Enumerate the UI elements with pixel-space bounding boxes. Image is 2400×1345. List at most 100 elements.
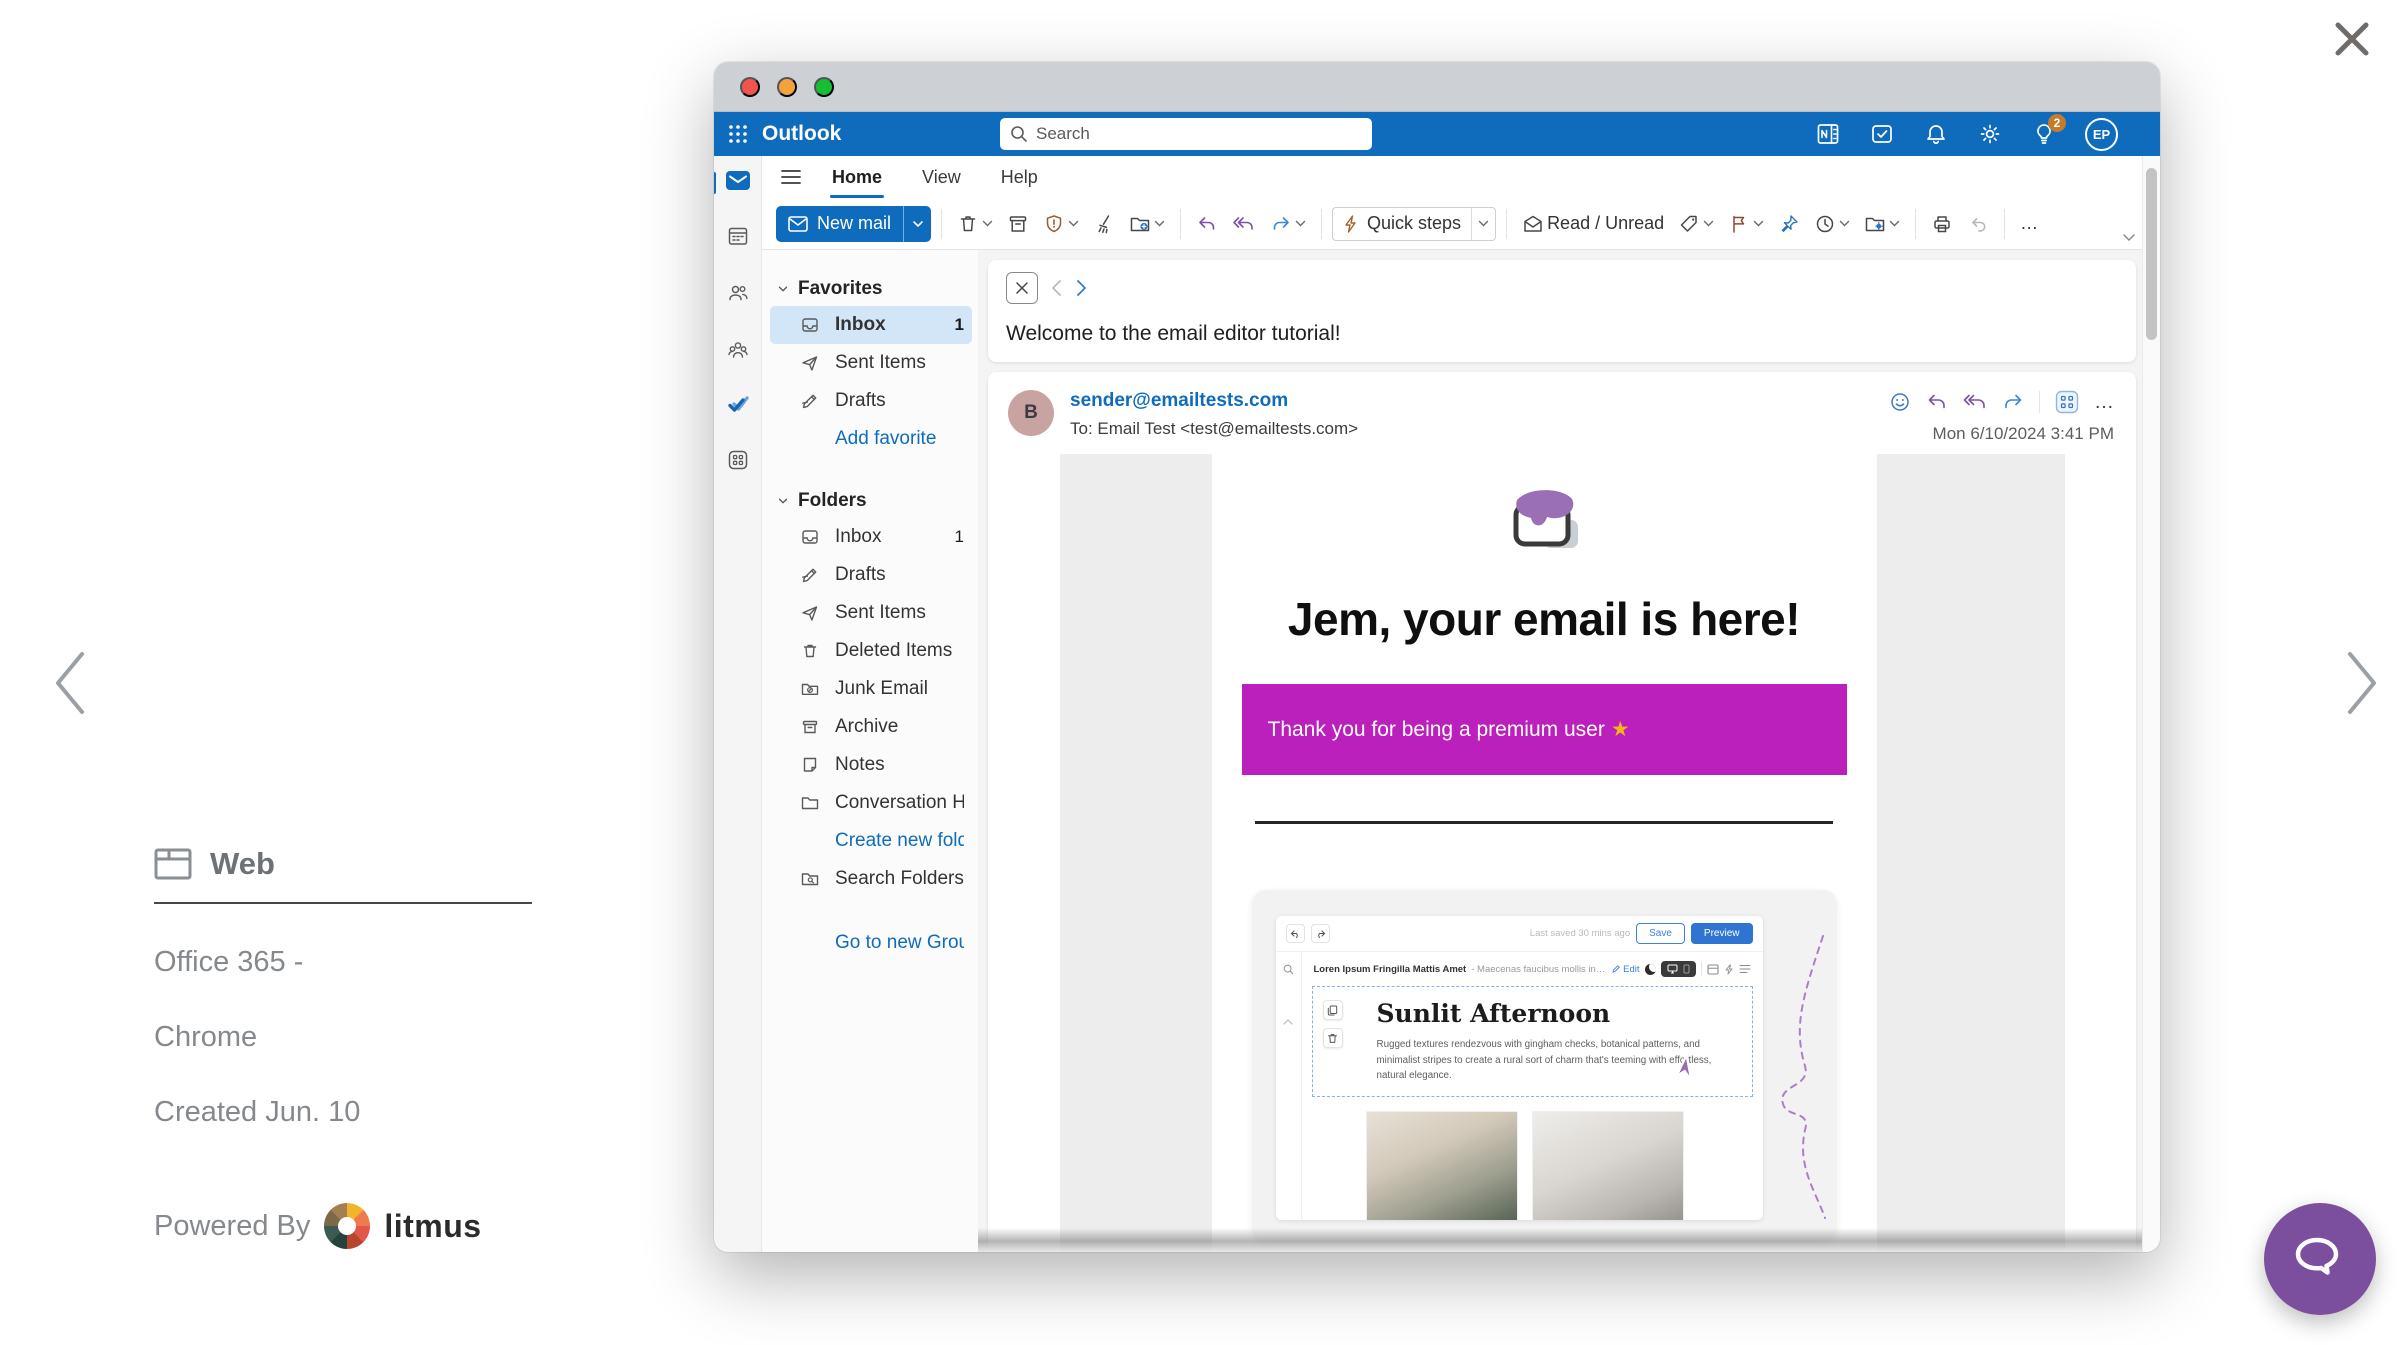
reply-all-message-button[interactable] [1963,392,1987,412]
print-button[interactable] [1926,207,1958,241]
sidebar-item-favorite-drafts[interactable]: Drafts [770,382,972,420]
delete-button[interactable] [952,207,998,241]
reply-message-button[interactable] [1926,392,1948,412]
undo-icon [1290,929,1301,939]
new-mail-dropdown[interactable] [903,206,931,242]
scrollbar-thumb[interactable] [2146,168,2157,340]
collapse-ribbon-button[interactable] [2122,230,2136,245]
sidebar-item-junk[interactable]: Junk Email [770,670,972,708]
message-apps-button[interactable] [2055,390,2079,414]
reply-button[interactable] [1191,207,1223,241]
onenote-feed-button[interactable] [1815,121,1841,147]
sidebar-item-favorite-sent[interactable]: Sent Items [770,344,972,382]
move-to-button[interactable] [1124,207,1170,241]
forward-message-button[interactable] [2002,392,2024,412]
device-toggle[interactable] [1661,961,1696,977]
editor-edit-subject-button[interactable]: Edit [1612,964,1639,975]
pin-button[interactable] [1773,207,1805,241]
editor-save-button[interactable]: Save [1636,923,1685,944]
app-scrollbar[interactable] [2142,156,2160,1252]
quick-steps-button[interactable]: Quick steps [1332,207,1496,241]
next-preview-button[interactable] [2340,648,2384,720]
tab-view[interactable]: View [920,159,963,196]
reply-all-button[interactable] [1227,207,1261,241]
previous-message-button[interactable] [1050,278,1063,298]
email-gutter-right [1877,454,2065,1252]
duplicate-block-button[interactable] [1323,1000,1343,1020]
more-ribbon-button[interactable]: … [2015,207,2043,240]
search-input[interactable]: Search [1000,118,1372,150]
sidebar-item-conversation-history[interactable]: Conversation History [770,784,972,822]
create-new-folder-link[interactable]: Create new folder [770,822,972,860]
close-message-button[interactable] [1006,272,1038,304]
undo-icon [1967,213,1989,235]
archive-button[interactable] [1002,207,1034,241]
editor-outline-button[interactable] [1739,964,1751,974]
rail-apps-button[interactable] [726,448,750,472]
window-minimize-light[interactable] [777,77,797,97]
sidebar-item-inbox[interactable]: Inbox 1 [770,518,972,556]
editor-undo-button[interactable] [1286,924,1305,943]
redo-icon [1315,929,1326,939]
new-mail-button[interactable]: New mail [776,206,931,242]
window-zoom-light[interactable] [814,77,834,97]
help-beacon-button[interactable] [2264,1203,2376,1315]
delete-block-button[interactable] [1323,1028,1343,1048]
window-close-light[interactable] [740,77,760,97]
quick-steps-dropdown[interactable] [1471,208,1495,240]
sender-address-link[interactable]: sender@emailtests.com [1070,390,1288,412]
reactions-button[interactable] [1889,391,1911,413]
sidebar-item-notes[interactable]: Notes [770,746,972,784]
rail-todo-button[interactable] [726,395,750,415]
more-message-actions-button[interactable]: … [2094,391,2114,414]
tab-help[interactable]: Help [999,159,1040,196]
snooze-button[interactable] [1809,207,1855,241]
read-unread-button[interactable]: Read / Unread [1517,207,1669,241]
previous-preview-button[interactable] [48,648,92,720]
rail-calendar-button[interactable] [726,224,750,248]
rail-mail-button[interactable] [725,170,751,191]
flag-button[interactable] [1723,207,1769,241]
account-avatar[interactable]: EP [2085,118,2118,151]
sent-icon [800,603,822,623]
editor-preview-button[interactable]: Preview [1691,923,1753,944]
close-preview-button[interactable] [2326,14,2378,66]
favorites-header[interactable]: Favorites [770,272,972,306]
app-launcher-button[interactable] [714,112,762,156]
report-button[interactable] [1038,207,1084,241]
sidebar-item-favorite-inbox[interactable]: Inbox 1 [770,306,972,344]
sidebar-item-archive[interactable]: Archive [770,708,972,746]
go-to-new-groups-link[interactable]: Go to new Groups [770,924,972,962]
tips-button[interactable]: 2 [2031,121,2057,147]
divider [2039,391,2040,413]
sidebar-item-deleted[interactable]: Deleted Items [770,632,972,670]
folders-header[interactable]: Folders [770,484,972,518]
add-favorite-link[interactable]: Add favorite [770,420,972,458]
reply-icon [1926,392,1948,412]
rules-button[interactable] [1859,207,1905,241]
todo-button[interactable] [1869,121,1895,147]
rail-people-button[interactable] [726,281,750,305]
tab-home[interactable]: Home [830,159,884,196]
dark-mode-icon[interactable] [1645,964,1656,975]
list-icon [1739,964,1751,974]
notifications-button[interactable] [1923,121,1949,147]
sweep-button[interactable] [1088,207,1120,241]
preview-window: Outlook Search 2 [714,62,2160,1252]
editor-redo-button[interactable] [1311,924,1330,943]
sidebar-item-sent[interactable]: Sent Items [770,594,972,632]
forward-button[interactable] [1265,207,1311,241]
next-message-button[interactable] [1075,278,1088,298]
rail-groups-button[interactable] [726,338,750,362]
editor-blocks-button[interactable] [1707,964,1719,975]
editor-collapse-button[interactable] [1283,1019,1293,1025]
settings-button[interactable] [1977,121,2003,147]
sender-avatar[interactable]: B [1008,390,1054,436]
undo-button[interactable] [1962,207,1994,241]
categorize-button[interactable] [1673,207,1719,241]
editor-code-button[interactable] [1724,964,1734,975]
hamburger-button[interactable] [780,168,802,186]
sidebar-item-drafts[interactable]: Drafts [770,556,972,594]
editor-search-button[interactable] [1283,964,1294,975]
sidebar-item-search-folders[interactable]: Search Folders [770,860,972,898]
